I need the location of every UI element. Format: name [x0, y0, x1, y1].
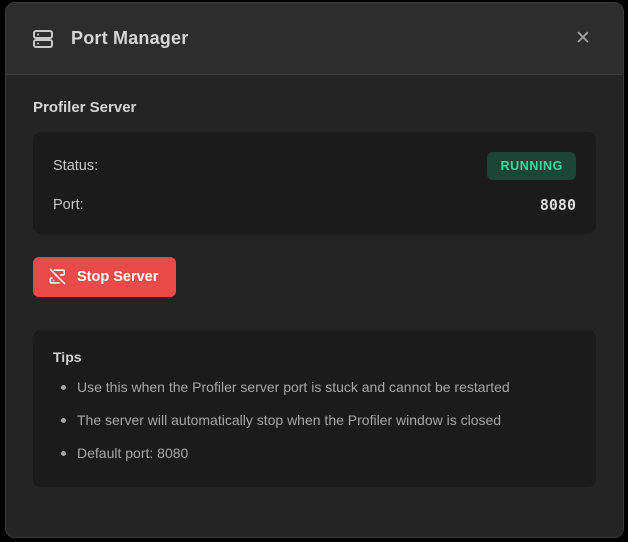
dialog-content: Profiler Server Status: RUNNING Port: 80…	[6, 75, 623, 537]
status-panel: Status: RUNNING Port: 8080	[33, 132, 596, 234]
port-label: Port:	[53, 197, 84, 213]
status-label: Status:	[53, 158, 98, 174]
status-badge: RUNNING	[487, 152, 576, 180]
tip-item: Use this when the Profiler server port i…	[53, 379, 576, 395]
dialog-title: Port Manager	[71, 28, 188, 49]
port-row: Port: 8080	[53, 196, 576, 214]
close-button[interactable]: ✕	[567, 23, 599, 55]
tips-box: Tips Use this when the Profiler server p…	[33, 330, 596, 487]
profiler-server-heading: Profiler Server	[33, 99, 596, 116]
tip-item: The server will automatically stop when …	[53, 412, 576, 428]
stop-server-button[interactable]: Stop Server	[33, 257, 176, 297]
tips-list: Use this when the Profiler server port i…	[53, 379, 576, 461]
status-row: Status: RUNNING	[53, 152, 576, 180]
close-icon: ✕	[575, 27, 591, 50]
dialog-header: Port Manager ✕	[6, 3, 623, 75]
server-icon	[30, 26, 56, 52]
tip-item: Default port: 8080	[53, 445, 576, 461]
tips-heading: Tips	[53, 349, 576, 365]
port-value: 8080	[540, 196, 576, 214]
stop-server-label: Stop Server	[77, 269, 158, 285]
server-off-icon	[48, 267, 67, 286]
port-manager-dialog: Port Manager ✕ Profiler Server Status: R…	[5, 2, 624, 538]
